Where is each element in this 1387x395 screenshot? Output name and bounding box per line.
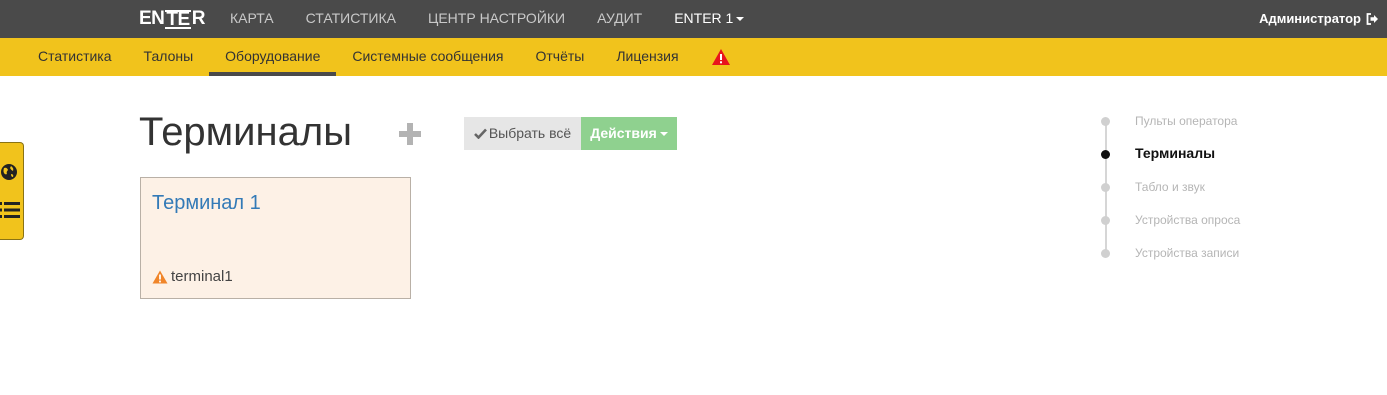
list-button[interactable]: [0, 199, 20, 221]
user-name: Администратор: [1259, 11, 1361, 26]
timeline-item-recording-devices[interactable]: Устройства записи: [1100, 240, 1300, 266]
tab-equipment[interactable]: Оборудование: [209, 38, 337, 76]
globe-button[interactable]: [0, 161, 20, 183]
caret-down-icon: [736, 17, 745, 22]
section-timeline: Пульты оператора Терминалы Табло и звук …: [1100, 108, 1300, 268]
list-icon: [0, 202, 20, 218]
terminal-card[interactable]: Терминал 1 terminal1: [140, 177, 411, 299]
nav-item-settings-center[interactable]: ЦЕНТР НАСТРОЙКИ: [412, 0, 581, 38]
user-menu[interactable]: Администратор: [1259, 0, 1379, 38]
nav-item-audit[interactable]: АУДИТ: [581, 0, 658, 38]
tab-reports[interactable]: Отчёты: [519, 38, 600, 76]
nav-item-statistics[interactable]: СТАТИСТИКА: [290, 0, 412, 38]
timeline-label: Устройства записи: [1135, 246, 1240, 260]
timeline-item-operator-consoles[interactable]: Пульты оператора: [1100, 108, 1300, 134]
terminal-card-status: terminal1: [152, 268, 233, 285]
timeline-item-displays-sound[interactable]: Табло и звук: [1100, 174, 1300, 200]
timeline-label: Устройства опроса: [1135, 213, 1241, 227]
globe-icon: [1, 164, 17, 180]
select-all-button[interactable]: Выбрать всё: [464, 117, 581, 150]
nav-item-enter-label: ENTER 1: [674, 10, 734, 26]
timeline-dot: [1101, 216, 1110, 225]
logo-text-left: EN: [139, 8, 165, 29]
timeline-label: Табло и звук: [1135, 180, 1205, 194]
timeline-item-terminals[interactable]: Терминалы: [1100, 141, 1300, 167]
select-all-label: Выбрать всё: [488, 125, 572, 141]
terminal-card-title[interactable]: Терминал 1: [152, 192, 261, 215]
timeline-label: Терминалы: [1135, 145, 1216, 161]
timeline-label: Пульты оператора: [1135, 114, 1238, 128]
logo-text-right: R: [191, 8, 206, 29]
floating-side-panel: [0, 142, 24, 240]
main-nav: КАРТА СТАТИСТИКА ЦЕНТР НАСТРОЙКИ АУДИТ E…: [214, 0, 760, 38]
caret-down-icon: [659, 132, 668, 137]
actions-dropdown-button[interactable]: Действия: [581, 117, 677, 150]
top-navbar: EN TE R КАРТА СТАТИСТИКА ЦЕНТР НАСТРОЙКИ А…: [0, 0, 1387, 38]
logo-text-mid: TE: [165, 8, 191, 30]
sub-navbar: Статистика Талоны Оборудование Системные…: [0, 38, 1387, 76]
add-terminal-button[interactable]: [396, 120, 424, 148]
enter-logo[interactable]: EN TE R: [139, 8, 205, 30]
timeline-dot: [1101, 249, 1110, 258]
timeline-dot: [1101, 117, 1110, 126]
nav-item-enter-dropdown[interactable]: ENTER 1: [658, 0, 760, 38]
tab-system-messages[interactable]: Системные сообщения: [336, 38, 519, 76]
plus-icon: [399, 123, 421, 145]
nav-item-map[interactable]: КАРТА: [214, 0, 290, 38]
timeline-dot: [1101, 150, 1110, 159]
tab-statistics[interactable]: Статистика: [22, 38, 128, 76]
tab-tickets[interactable]: Талоны: [128, 38, 210, 76]
logout-icon: [1366, 13, 1378, 25]
warning-triangle-icon: [152, 270, 168, 283]
terminal-card-id: terminal1: [171, 268, 233, 285]
tab-license[interactable]: Лицензия: [600, 38, 694, 76]
warning-triangle-icon: [711, 49, 730, 65]
check-icon: [473, 128, 487, 140]
actions-label: Действия: [590, 125, 657, 141]
page-title: Терминалы: [139, 110, 352, 154]
section-nav: Статистика Талоны Оборудование Системные…: [22, 38, 747, 76]
alert-button[interactable]: [695, 38, 747, 76]
timeline-dot: [1101, 183, 1110, 192]
timeline-item-survey-devices[interactable]: Устройства опроса: [1100, 207, 1300, 233]
